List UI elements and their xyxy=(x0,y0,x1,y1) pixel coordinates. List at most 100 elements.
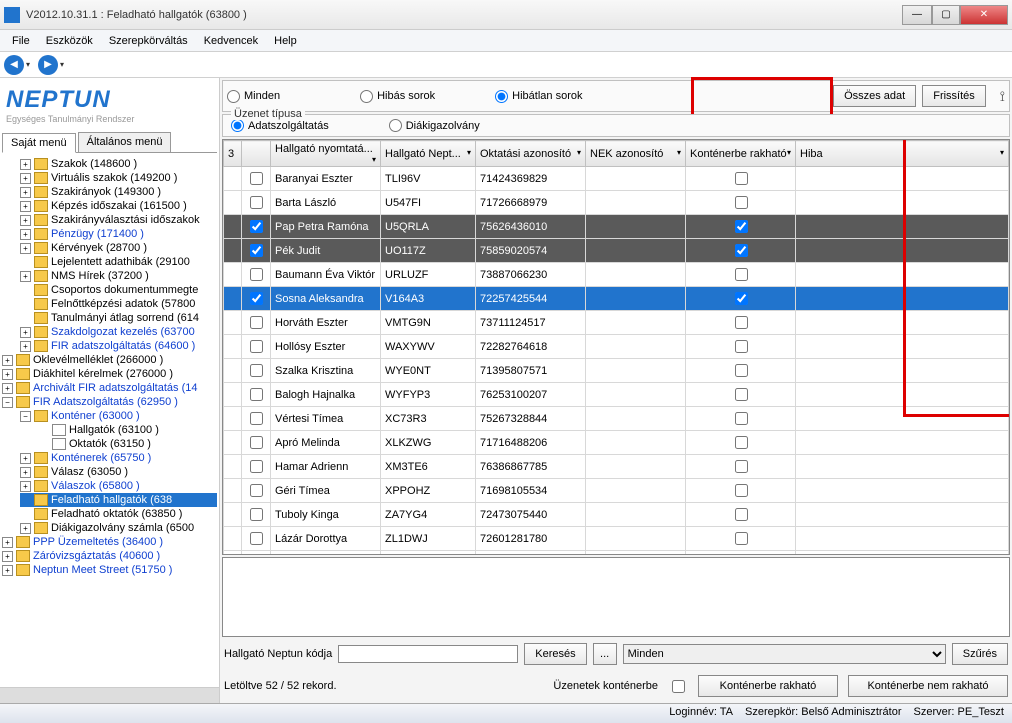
menu-help[interactable]: Help xyxy=(266,33,305,49)
container-checkbox[interactable] xyxy=(735,340,748,353)
tree-item[interactable]: +Szakdolgozat kezelés (63700 xyxy=(20,325,217,339)
search-more-button[interactable]: ... xyxy=(593,643,617,665)
grid-header[interactable]: NEK azonosító▾ xyxy=(586,141,686,167)
tree-item[interactable]: Feladható oktatók (63850 ) xyxy=(20,507,217,521)
tree-item[interactable]: +Diákhitel kérelmek (276000 ) xyxy=(2,367,217,381)
tree-item[interactable]: Csoportos dokumentummegte xyxy=(20,283,217,297)
row-checkbox[interactable] xyxy=(250,172,263,185)
container-checkbox[interactable] xyxy=(735,268,748,281)
grid-header[interactable]: Hallgató nyomtatá...▾ xyxy=(271,141,381,167)
row-checkbox[interactable] xyxy=(250,268,263,281)
tree-toggle-icon[interactable]: + xyxy=(20,173,31,184)
nav-forward-button[interactable]: ▶ xyxy=(38,55,58,75)
tree-toggle-icon[interactable]: + xyxy=(20,467,31,478)
tree-toggle-icon[interactable]: + xyxy=(20,159,31,170)
tree-item[interactable]: +FIR adatszolgáltatás (64600 ) xyxy=(20,339,217,353)
table-row[interactable]: Pék JuditUO117Z75859020574 xyxy=(224,239,1009,263)
table-row[interactable]: Hollósy EszterWAXYWV72282764618 xyxy=(224,335,1009,359)
radio-all[interactable]: Minden xyxy=(227,90,280,103)
table-row[interactable]: Baumann Éva ViktórURLUZF73887066230 xyxy=(224,263,1009,287)
sidebar-hscrollbar[interactable] xyxy=(0,687,219,703)
container-checkbox[interactable] xyxy=(735,364,748,377)
filter-button[interactable]: Szűrés xyxy=(952,643,1008,665)
row-checkbox[interactable] xyxy=(250,292,263,305)
table-row[interactable]: Baranyai EszterTLI96V71424369829 xyxy=(224,167,1009,191)
row-checkbox[interactable] xyxy=(250,484,263,497)
container-checkbox[interactable] xyxy=(735,532,748,545)
row-checkbox[interactable] xyxy=(250,388,263,401)
table-row[interactable]: Apró MelindaXLKZWG71716488206 xyxy=(224,431,1009,455)
tree-toggle-icon[interactable]: + xyxy=(20,523,31,534)
radio-good-rows[interactable]: Hibátlan sorok xyxy=(495,90,582,103)
grid-header[interactable]: Hallgató Nept...▾ xyxy=(381,141,476,167)
nav-back-dropdown[interactable]: ▾ xyxy=(26,60,36,69)
tree-toggle-icon[interactable]: + xyxy=(20,201,31,212)
tree-item[interactable]: +Válasz (63050 ) xyxy=(20,465,217,479)
table-row[interactable]: Vértesi TímeaXC73R375267328844 xyxy=(224,407,1009,431)
radio-student-card[interactable]: Diákigazolvány xyxy=(389,119,480,132)
container-checkbox[interactable] xyxy=(735,244,748,257)
grid-header[interactable]: Konténerbe rakható▾ xyxy=(686,141,796,167)
tree-item[interactable]: +Neptun Meet Street (51750 ) xyxy=(2,563,217,577)
row-checkbox[interactable] xyxy=(250,340,263,353)
tree-item[interactable]: +NMS Hírek (37200 ) xyxy=(20,269,217,283)
search-input[interactable] xyxy=(338,645,518,663)
table-row[interactable]: Géri TímeaXPPOHZ71698105534 xyxy=(224,479,1009,503)
row-checkbox[interactable] xyxy=(250,244,263,257)
pin-icon[interactable]: ⟟ xyxy=(1000,85,1005,107)
tree-item[interactable]: +Szakok (148600 ) xyxy=(20,157,217,171)
tree-toggle-icon[interactable]: + xyxy=(20,243,31,254)
table-row[interactable]: Lázár DorottyaZL1DWJ72601281780 xyxy=(224,527,1009,551)
data-grid[interactable]: 3Hallgató nyomtatá...▾Hallgató Nept...▾O… xyxy=(223,140,1009,555)
tree-item[interactable]: Lejelentett adathibák (29100 xyxy=(20,255,217,269)
tree-toggle-icon[interactable]: + xyxy=(20,327,31,338)
container-checkbox[interactable] xyxy=(735,172,748,185)
container-checkbox[interactable] xyxy=(735,220,748,233)
refresh-button[interactable]: Frissítés xyxy=(922,85,986,107)
tree-toggle-icon[interactable]: + xyxy=(20,215,31,226)
grid-header[interactable]: Oktatási azonosító▾ xyxy=(476,141,586,167)
tree-item[interactable]: +Oklevélmelléklet (266000 ) xyxy=(2,353,217,367)
tree-item[interactable]: Oktatók (63150 ) xyxy=(38,437,217,451)
tree-item[interactable]: Tanulmányi átlag sorrend (614 xyxy=(20,311,217,325)
row-checkbox[interactable] xyxy=(250,196,263,209)
tree-item[interactable]: Feladható hallgatók (638 xyxy=(20,493,217,507)
tab-general-menu[interactable]: Általános menü xyxy=(78,132,172,152)
nav-back-button[interactable]: ◀ xyxy=(4,55,24,75)
table-row[interactable]: Pap Petra RamónaU5QRLA75626436010 xyxy=(224,215,1009,239)
table-row[interactable]: Barta LászlóU547FI71726668979 xyxy=(224,191,1009,215)
table-row[interactable]: Sosna AleksandraV164A372257425544 xyxy=(224,287,1009,311)
container-not-button[interactable]: Konténerbe nem rakható xyxy=(848,675,1008,697)
tree-item[interactable]: Hallgatók (63100 ) xyxy=(38,423,217,437)
tree-item[interactable]: +Képzés időszakai (161500 ) xyxy=(20,199,217,213)
tree-item[interactable]: +Virtuális szakok (149200 ) xyxy=(20,171,217,185)
minimize-button[interactable]: — xyxy=(902,5,932,25)
radio-bad-rows[interactable]: Hibás sorok xyxy=(360,90,435,103)
tree-toggle-icon[interactable]: + xyxy=(20,341,31,352)
nav-forward-dropdown[interactable]: ▾ xyxy=(60,60,70,69)
row-checkbox[interactable] xyxy=(250,460,263,473)
tree-toggle-icon[interactable]: + xyxy=(20,271,31,282)
tree-item[interactable]: +Kérvények (28700 ) xyxy=(20,241,217,255)
container-add-button[interactable]: Konténerbe rakható xyxy=(698,675,838,697)
row-checkbox[interactable] xyxy=(250,364,263,377)
container-checkbox[interactable] xyxy=(735,484,748,497)
table-row[interactable]: Tuboly KingaZA7YG472473075440 xyxy=(224,503,1009,527)
table-row[interactable]: Horváth EszterVMTG9N73711124517 xyxy=(224,311,1009,335)
container-checkbox[interactable] xyxy=(735,388,748,401)
container-checkbox[interactable] xyxy=(735,412,748,425)
tree-toggle-icon[interactable]: + xyxy=(2,537,13,548)
tree-toggle-icon[interactable]: − xyxy=(20,411,31,422)
tree-item[interactable]: +Pénzügy (171400 ) xyxy=(20,227,217,241)
tree-item[interactable]: +Szakirányválasztási időszakok xyxy=(20,213,217,227)
grid-header-check[interactable] xyxy=(242,141,271,167)
tree-item[interactable]: +Záróvizsgáztatás (40600 ) xyxy=(2,549,217,563)
container-checkbox[interactable] xyxy=(735,460,748,473)
tree-item[interactable]: +Archivált FIR adatszolgáltatás (14 xyxy=(2,381,217,395)
container-checkbox[interactable] xyxy=(735,508,748,521)
tree-item[interactable]: +Szakirányok (149300 ) xyxy=(20,185,217,199)
tree-item[interactable]: Felnőttképzési adatok (57800 xyxy=(20,297,217,311)
container-checkbox[interactable] xyxy=(735,196,748,209)
tree-item[interactable]: −FIR Adatszolgáltatás (62950 ) xyxy=(2,395,217,409)
table-row[interactable]: Balogh HajnalkaWYFYP376253100207 xyxy=(224,383,1009,407)
